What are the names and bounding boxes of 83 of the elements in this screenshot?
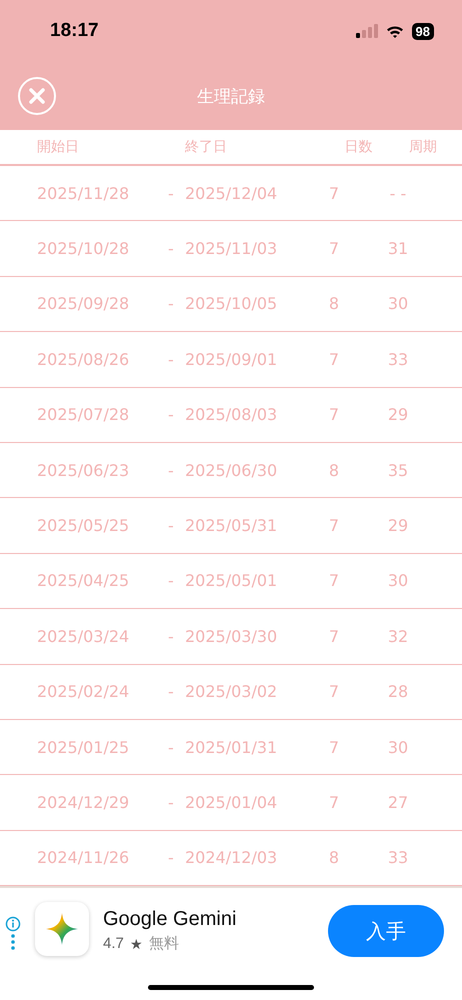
cycle-cell-text: 28 <box>386 682 410 702</box>
days-cell-text: 7 <box>328 405 340 424</box>
end-date: 2025/10/05 <box>185 294 278 314</box>
start-date: 2025/04/25 <box>37 571 130 590</box>
date-separator: - <box>168 626 175 646</box>
end-date: 2025/05/01 <box>185 571 278 590</box>
signal-icon <box>356 24 378 38</box>
column-header: 開始日 <box>37 138 80 156</box>
app-name: Google Gemini <box>103 908 238 932</box>
cycle-cell-text: 33 <box>386 350 410 369</box>
days-cell-text: 8 <box>328 294 340 314</box>
star-icon: ★ <box>130 936 143 952</box>
start-date: 2025/11/28 <box>37 184 130 203</box>
date-separator: - <box>168 571 175 590</box>
days-cell-text: 7 <box>328 738 340 757</box>
days-cell-text: 7 <box>328 626 340 646</box>
start-date: 2025/06/23 <box>37 460 130 480</box>
end-date: 2025/11/03 <box>185 239 278 258</box>
days-cell-text: 7 <box>328 350 340 369</box>
cycle-cell-text: 30 <box>386 294 410 314</box>
date-separator: - <box>168 405 175 424</box>
app-rating: 4.7 <box>103 935 124 952</box>
cycle-cell-text: 29 <box>386 405 410 424</box>
date-separator: - <box>168 848 175 868</box>
cycle-cell-text: - - <box>388 184 408 203</box>
date-separator: - <box>168 294 175 314</box>
end-date: 2025/01/04 <box>185 792 278 812</box>
days-cell-text: 7 <box>328 516 340 536</box>
app-icon <box>35 902 89 956</box>
wifi-icon <box>386 24 404 38</box>
date-separator: - <box>168 792 175 812</box>
cycle-cell-text: 32 <box>386 626 410 646</box>
start-date: 2024/12/29 <box>37 792 130 812</box>
column-header: 日数 <box>344 138 374 156</box>
end-date: 2024/12/03 <box>185 848 278 868</box>
start-date: 2024/11/26 <box>37 848 130 868</box>
date-separator: - <box>168 516 175 536</box>
date-separator: - <box>168 239 175 258</box>
cycle-cell-text: 30 <box>386 738 410 757</box>
date-separator: - <box>168 460 175 480</box>
cycle-cell-text: 35 <box>386 460 410 480</box>
start-date: 2025/02/24 <box>37 682 130 702</box>
days-cell-text: 7 <box>328 239 340 258</box>
end-date: 2025/08/03 <box>185 405 278 424</box>
days-cell-text: 7 <box>328 571 340 590</box>
start-date: 2025/05/25 <box>37 516 130 536</box>
days-cell-text: 8 <box>328 460 340 480</box>
end-date: 2025/12/04 <box>185 184 278 203</box>
days-cell-text: 7 <box>328 682 340 702</box>
start-date: 2025/01/25 <box>37 738 130 757</box>
cycle-cell-text: 31 <box>386 239 410 258</box>
cycle-cell-text: 27 <box>386 792 410 812</box>
end-date: 2025/01/31 <box>185 738 278 757</box>
date-separator: - <box>168 350 175 369</box>
start-date: 2025/08/26 <box>37 350 130 369</box>
date-separator: - <box>168 682 175 702</box>
start-date: 2025/09/28 <box>37 294 130 314</box>
cycle-cell-text: 33 <box>386 848 410 868</box>
close-button[interactable] <box>18 77 56 115</box>
battery-icon: 98 <box>412 22 434 40</box>
column-header: 終了日 <box>185 138 228 156</box>
start-date: 2025/10/28 <box>37 239 130 258</box>
close-icon[interactable] <box>29 88 45 104</box>
cycle-cell-text: 29 <box>386 516 410 536</box>
app-price: 無料 <box>148 934 179 954</box>
get-button[interactable]: 入手 <box>328 905 444 958</box>
days-cell-text: 7 <box>328 184 340 203</box>
info-icon[interactable] <box>5 916 21 952</box>
days-cell-text: 8 <box>328 848 340 868</box>
end-date: 2025/09/01 <box>185 350 278 369</box>
end-date: 2025/03/02 <box>185 682 278 702</box>
start-date: 2025/07/28 <box>37 405 130 424</box>
status-time: 18:17 <box>50 20 99 42</box>
date-separator: - <box>168 738 175 757</box>
date-separator: - <box>168 184 175 203</box>
end-date: 2025/05/31 <box>185 516 278 536</box>
cycle-cell-text: 30 <box>386 571 410 590</box>
screen-title: 生理記録 <box>197 86 265 108</box>
end-date: 2025/06/30 <box>185 460 278 480</box>
end-date: 2025/03/30 <box>185 626 278 646</box>
column-header: 周期 <box>408 138 438 156</box>
days-cell-text: 7 <box>328 792 340 812</box>
start-date: 2025/03/24 <box>37 626 130 646</box>
